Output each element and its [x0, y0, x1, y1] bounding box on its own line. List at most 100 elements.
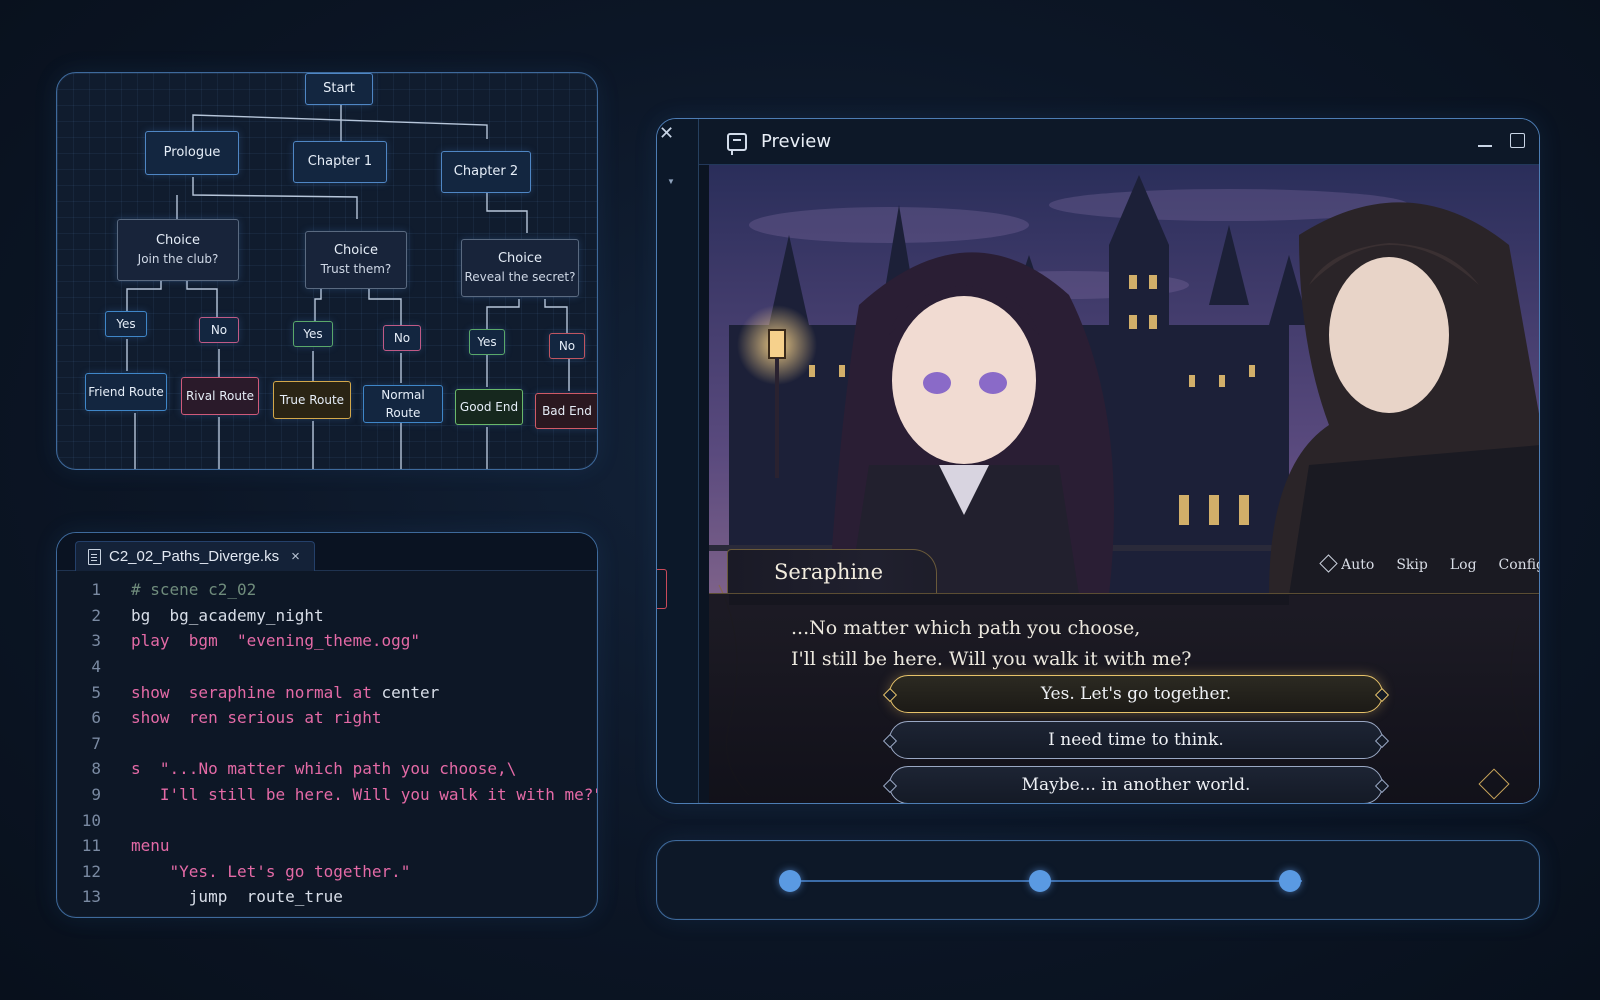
line-code: "Yes. Let's go together." [101, 861, 411, 881]
window-controls [1478, 133, 1525, 148]
dropdown-triangle-icon[interactable]: ▼ [667, 177, 675, 186]
breakpoint-marker [657, 569, 667, 609]
line-number: 6 [91, 708, 101, 728]
code-token: center [381, 682, 440, 702]
line-code: show ren serious at right [101, 708, 381, 727]
code-token: show [131, 682, 189, 702]
editor-tab-bar: C2_02_Paths_Diverge.ks × [57, 533, 597, 571]
line-code: play bgm "evening_theme.ogg" [101, 631, 420, 650]
line-number: 1 [91, 580, 101, 600]
line-number: 12 [81, 861, 101, 881]
auto-button[interactable]: Auto [1319, 554, 1374, 573]
game-scene[interactable]: Seraphine Auto Skip Log Config ...No mat… [709, 165, 1539, 803]
code-line[interactable]: 11 menu [57, 833, 597, 859]
code-token: jump route_true [131, 887, 343, 907]
flowchart-panel: Start Prologue Chapter 1 Chapter 2 Choic… [56, 72, 598, 470]
flow-route-friend[interactable]: Friend Route [85, 373, 167, 411]
maximize-icon[interactable] [1510, 133, 1525, 148]
preview-window: ✕ ▼ Preview Seraphine Auto Skip Log Conf… [656, 118, 1540, 804]
flow-answer-no-3[interactable]: No [549, 333, 585, 359]
code-token: s [131, 759, 160, 779]
flow-answer-yes-3[interactable]: Yes [469, 329, 505, 355]
code-line[interactable]: 10 [57, 807, 597, 833]
line-code: jump route_true [101, 887, 343, 906]
speaker-nameplate: Seraphine [727, 549, 937, 593]
timeline-panel [656, 840, 1540, 920]
script-editor-panel: C2_02_Paths_Diverge.ks × 1 # scene c2_02 2… [56, 532, 598, 918]
code-line[interactable]: 9 I'll still be here. Will you walk it w… [57, 782, 597, 808]
flow-choice-reveal-secret[interactable]: Choice Reveal the secret? [461, 239, 579, 297]
config-button[interactable]: Config [1499, 557, 1539, 573]
flow-node-start[interactable]: Start [305, 73, 373, 105]
code-token: # scene c2_02 [131, 580, 257, 600]
code-body[interactable]: 1 # scene c2_02 2 bg bg_academy_night 3 play … [57, 577, 597, 910]
minimize-icon[interactable] [1478, 144, 1492, 147]
flow-node-chapter-1[interactable]: Chapter 1 [293, 141, 387, 183]
code-line[interactable]: 13 jump route_true [57, 884, 597, 910]
line-number: 8 [91, 759, 101, 779]
close-icon[interactable]: × [291, 548, 300, 565]
code-token: bg bg_academy_night [131, 605, 324, 625]
line-code: I'll still be here. Will you walk it wit… [101, 785, 597, 804]
code-line[interactable]: 12 "Yes. Let's go together." [57, 859, 597, 885]
flow-answer-no-2[interactable]: No [383, 325, 421, 351]
flow-route-bad-end[interactable]: Bad End [535, 393, 597, 429]
timeline-point[interactable] [1029, 870, 1051, 892]
code-token: menu [131, 836, 170, 856]
code-token: show [131, 708, 189, 728]
code-token: at [352, 682, 382, 702]
dialogue-text: ...No matter which path you choose, I'll… [791, 613, 1411, 675]
log-button[interactable]: Log [1450, 557, 1477, 573]
preview-titlebar: Preview [699, 119, 1539, 165]
line-number: 13 [81, 887, 101, 907]
editor-tab-label: C2_02_Paths_Diverge.ks [109, 548, 280, 565]
skip-button[interactable]: Skip [1396, 557, 1428, 573]
line-number: 10 [81, 810, 101, 830]
line-number: 3 [91, 631, 101, 651]
flow-node-prologue[interactable]: Prologue [145, 131, 239, 175]
flow-route-good-end[interactable]: Good End [455, 389, 523, 425]
line-number: 7 [91, 733, 101, 753]
code-line[interactable]: 3 play bgm "evening_theme.ogg" [57, 628, 597, 654]
file-icon [88, 548, 101, 565]
line-number: 5 [91, 682, 101, 702]
line-number: 2 [91, 605, 101, 625]
auto-icon [1319, 554, 1338, 573]
preview-chat-icon [727, 132, 747, 155]
code-line[interactable]: 6 show ren serious at right [57, 705, 597, 731]
choice-button-1[interactable]: Yes. Let's go together. [889, 675, 1383, 713]
code-token: play bgm [131, 631, 237, 651]
timeline-point[interactable] [1279, 870, 1301, 892]
line-code: menu [101, 836, 170, 855]
flow-answer-no-1[interactable]: No [199, 317, 239, 343]
flow-route-rival[interactable]: Rival Route [181, 377, 259, 415]
system-menu: Auto Skip Log Config [1319, 554, 1539, 573]
code-line[interactable]: 2 bg bg_academy_night [57, 603, 597, 629]
code-line[interactable]: 5 show seraphine normal at center [57, 679, 597, 705]
flow-answer-yes-2[interactable]: Yes [293, 321, 333, 347]
flow-choice-trust-them[interactable]: Choice Trust them? [305, 231, 407, 289]
code-token: "Yes. Let's go together." [131, 861, 411, 881]
code-token: seraphine normal [188, 682, 353, 702]
flow-route-true[interactable]: True Route [273, 381, 351, 419]
collapse-icon[interactable]: ✕ [659, 123, 674, 144]
code-line[interactable]: 1 # scene c2_02 [57, 577, 597, 603]
line-number: 9 [91, 785, 101, 805]
line-code: # scene c2_02 [101, 580, 256, 599]
choice-button-3[interactable]: Maybe... in another world. [889, 766, 1383, 803]
code-token: "evening_theme.ogg" [236, 631, 420, 651]
dialogue-line-1: ...No matter which path you choose, [791, 617, 1141, 639]
code-line[interactable]: 4 [57, 654, 597, 680]
flow-choice-join-club[interactable]: Choice Join the club? [117, 219, 239, 281]
editor-tab[interactable]: C2_02_Paths_Diverge.ks × [75, 541, 315, 571]
code-token: ren serious at right [188, 708, 382, 728]
flow-route-normal[interactable]: Normal Route [363, 385, 443, 423]
flow-node-chapter-2[interactable]: Chapter 2 [441, 151, 531, 193]
timeline-point[interactable] [779, 870, 801, 892]
code-line[interactable]: 8s "...No matter which path you choose,\ [57, 756, 597, 782]
choice-button-2[interactable]: I need time to think. [889, 721, 1383, 759]
flow-answer-yes-1[interactable]: Yes [105, 311, 147, 337]
code-line[interactable]: 7 [57, 731, 597, 757]
line-number: 11 [81, 836, 101, 856]
line-code: s "...No matter which path you choose,\ [101, 759, 516, 778]
